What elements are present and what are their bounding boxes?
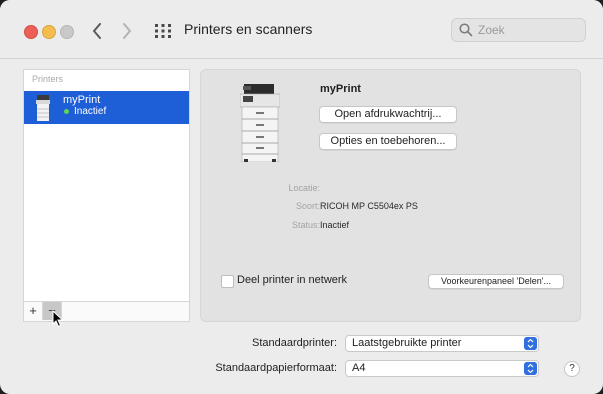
list-item[interactable]: myPrint Inactief — [24, 91, 189, 124]
printer-list: Printers myPrint Inactief + − — [23, 69, 190, 322]
help-button[interactable]: ? — [564, 361, 580, 377]
list-footer: + − — [24, 301, 189, 321]
default-printer-value: Laatstgebruikte printer — [352, 337, 462, 349]
cursor-icon — [52, 310, 64, 328]
zoom-button[interactable] — [60, 25, 74, 39]
share-printer-label: Deel printer in netwerk — [237, 274, 348, 286]
status-dot — [64, 109, 69, 114]
share-printer-checkbox[interactable] — [221, 275, 234, 288]
status-label: Status: — [291, 220, 320, 230]
chevron-updown-icon — [524, 337, 537, 350]
options-button[interactable]: Opties en toebehoren... — [319, 133, 457, 150]
kind-label: Soort: — [295, 201, 320, 211]
printer-detail-panel: myPrint Open afdrukwachtrij... Opties en… — [200, 69, 581, 322]
open-queue-button[interactable]: Open afdrukwachtrij... — [319, 106, 457, 123]
default-paper-select[interactable]: A4 — [345, 360, 539, 377]
status-value: Inactief — [320, 220, 350, 230]
printer-name: myPrint — [63, 94, 101, 106]
back-chevron-icon — [93, 23, 101, 39]
printer-status: Inactief — [74, 106, 107, 117]
grid-icon — [155, 24, 171, 38]
show-all-button[interactable] — [152, 20, 174, 42]
printer-icon — [36, 95, 50, 121]
default-printer-label: Standaardprinter: — [252, 337, 337, 349]
default-paper-label: Standaardpapierformaat: — [215, 362, 337, 374]
location-label: Locatie: — [288, 183, 320, 193]
printer-icon — [240, 84, 280, 162]
search-input[interactable] — [476, 22, 580, 38]
list-header: Printers — [32, 74, 64, 84]
back-button[interactable] — [84, 18, 110, 44]
forward-button[interactable] — [114, 18, 140, 44]
chevron-updown-icon — [524, 362, 537, 375]
window-title: Printers en scanners — [184, 21, 313, 37]
search-icon — [459, 23, 473, 37]
close-button[interactable] — [24, 25, 38, 39]
minimize-button[interactable] — [42, 25, 56, 39]
add-printer-button[interactable]: + — [24, 302, 43, 320]
sharing-preferences-button[interactable]: Voorkeurenpaneel 'Delen'... — [428, 274, 564, 289]
search-field[interactable] — [451, 18, 586, 42]
default-printer-select[interactable]: Laatstgebruikte printer — [345, 335, 539, 352]
forward-chevron-icon — [123, 23, 131, 39]
kind-value: RICOH MP C5504ex PS — [320, 201, 418, 211]
default-paper-value: A4 — [352, 362, 366, 374]
printer-title: myPrint — [320, 83, 361, 95]
title-bar: Printers en scanners — [0, 0, 603, 59]
printers-window: Printers en scanners Printers myPrint In… — [0, 0, 603, 394]
